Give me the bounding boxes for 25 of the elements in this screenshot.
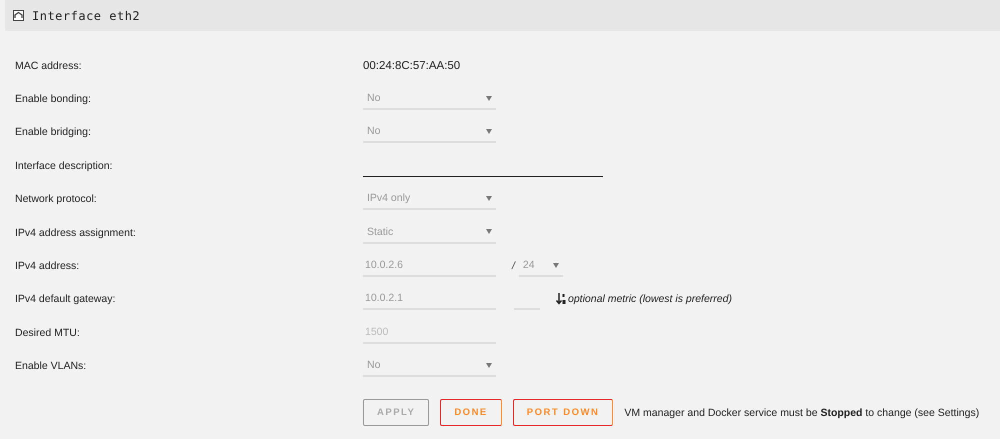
hint-text: optional metric (lowest is preferred) xyxy=(568,293,732,306)
field-label: Enable bonding: xyxy=(14,93,92,106)
notice-text: VM manager and Docker service must be Stopped to change (see Settings) xyxy=(624,406,980,419)
field-label: IPv4 address: xyxy=(14,260,80,272)
separator: / xyxy=(512,260,515,272)
field-label: Desired MTU: xyxy=(14,326,81,339)
field-label: MAC address: xyxy=(14,60,83,72)
caret-icon xyxy=(552,262,559,268)
action-button[interactable]: PORT DOWN xyxy=(512,399,614,426)
caret-icon xyxy=(486,196,492,201)
field-label: IPv4 default gateway: xyxy=(14,293,116,306)
action-button[interactable]: DONE xyxy=(440,399,502,426)
field-value: 00:24:8C:57:AA:50 xyxy=(363,60,460,72)
section-title: Interface eth2 xyxy=(32,8,140,22)
field-label: Enable VLANs: xyxy=(14,360,88,372)
field-label: IPv4 address assignment: xyxy=(14,226,137,239)
field-label: Network protocol: xyxy=(14,193,98,206)
caret-icon xyxy=(486,229,492,234)
caret-icon xyxy=(486,96,492,101)
network-icon xyxy=(13,10,24,21)
field-label: Interface description: xyxy=(14,160,114,172)
caret-icon xyxy=(486,128,492,134)
sort-icon xyxy=(556,293,566,306)
field-label: Enable bridging: xyxy=(14,126,92,138)
caret-icon xyxy=(486,362,492,368)
